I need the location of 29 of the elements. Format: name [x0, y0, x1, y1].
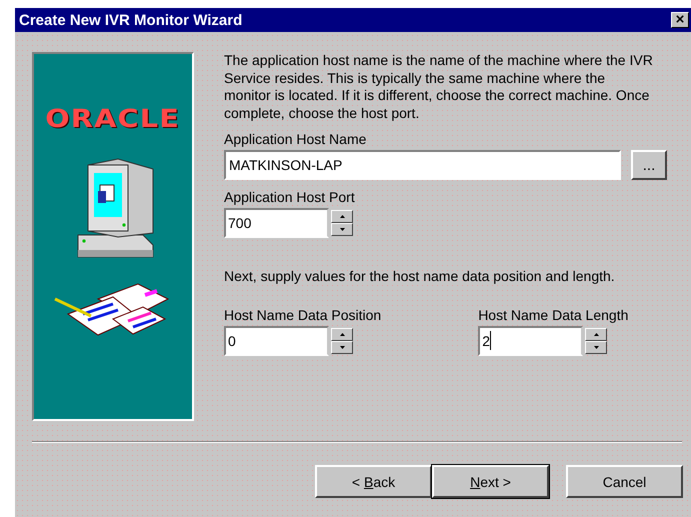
number-field[interactable]: 0	[224, 326, 329, 356]
close-button[interactable]: ×	[671, 12, 689, 28]
down-arrow-icon	[340, 228, 344, 231]
spin-down-button[interactable]	[331, 223, 353, 236]
spin-down-button[interactable]	[585, 340, 608, 354]
logo-text: ORACLE	[46, 104, 180, 133]
up-arrow-icon	[340, 215, 344, 218]
spin-up-button[interactable]	[331, 328, 353, 340]
spin-down-button[interactable]	[331, 340, 353, 354]
browse-button[interactable]: ...	[631, 150, 667, 180]
instruction-text: The application host name is the name of the machine where the IVR Service resides. This is typically the same machine where the monitor is located. If it is different, choose the correct machine. Once complete, choose the host port.	[224, 52, 654, 122]
window-title: Create New IVR Monitor Wizard	[19, 12, 242, 28]
wizard-button[interactable]: Cancel	[566, 465, 683, 498]
wizard-button[interactable]: Next >	[432, 465, 549, 498]
host-name-field[interactable]: MATKINSON-LAP	[224, 150, 621, 180]
instruction-text: Next, supply values for the host name data position and length.	[224, 268, 616, 286]
wizard-button[interactable]: < Back	[315, 465, 432, 498]
number-field[interactable]: 2	[478, 326, 584, 356]
field-label: Host Name Data Length	[478, 306, 628, 322]
field-label: Application Host Port	[224, 189, 356, 205]
field-label: Host Name Data Position	[224, 306, 382, 322]
down-arrow-icon	[594, 346, 599, 348]
spin-up-button[interactable]	[585, 328, 608, 340]
spin-up-button[interactable]	[331, 210, 353, 223]
up-arrow-icon	[594, 332, 599, 336]
up-arrow-icon	[340, 332, 344, 336]
field-label: Application Host Name	[224, 131, 368, 147]
port-field[interactable]: 700	[224, 208, 329, 238]
down-arrow-icon	[340, 346, 344, 348]
